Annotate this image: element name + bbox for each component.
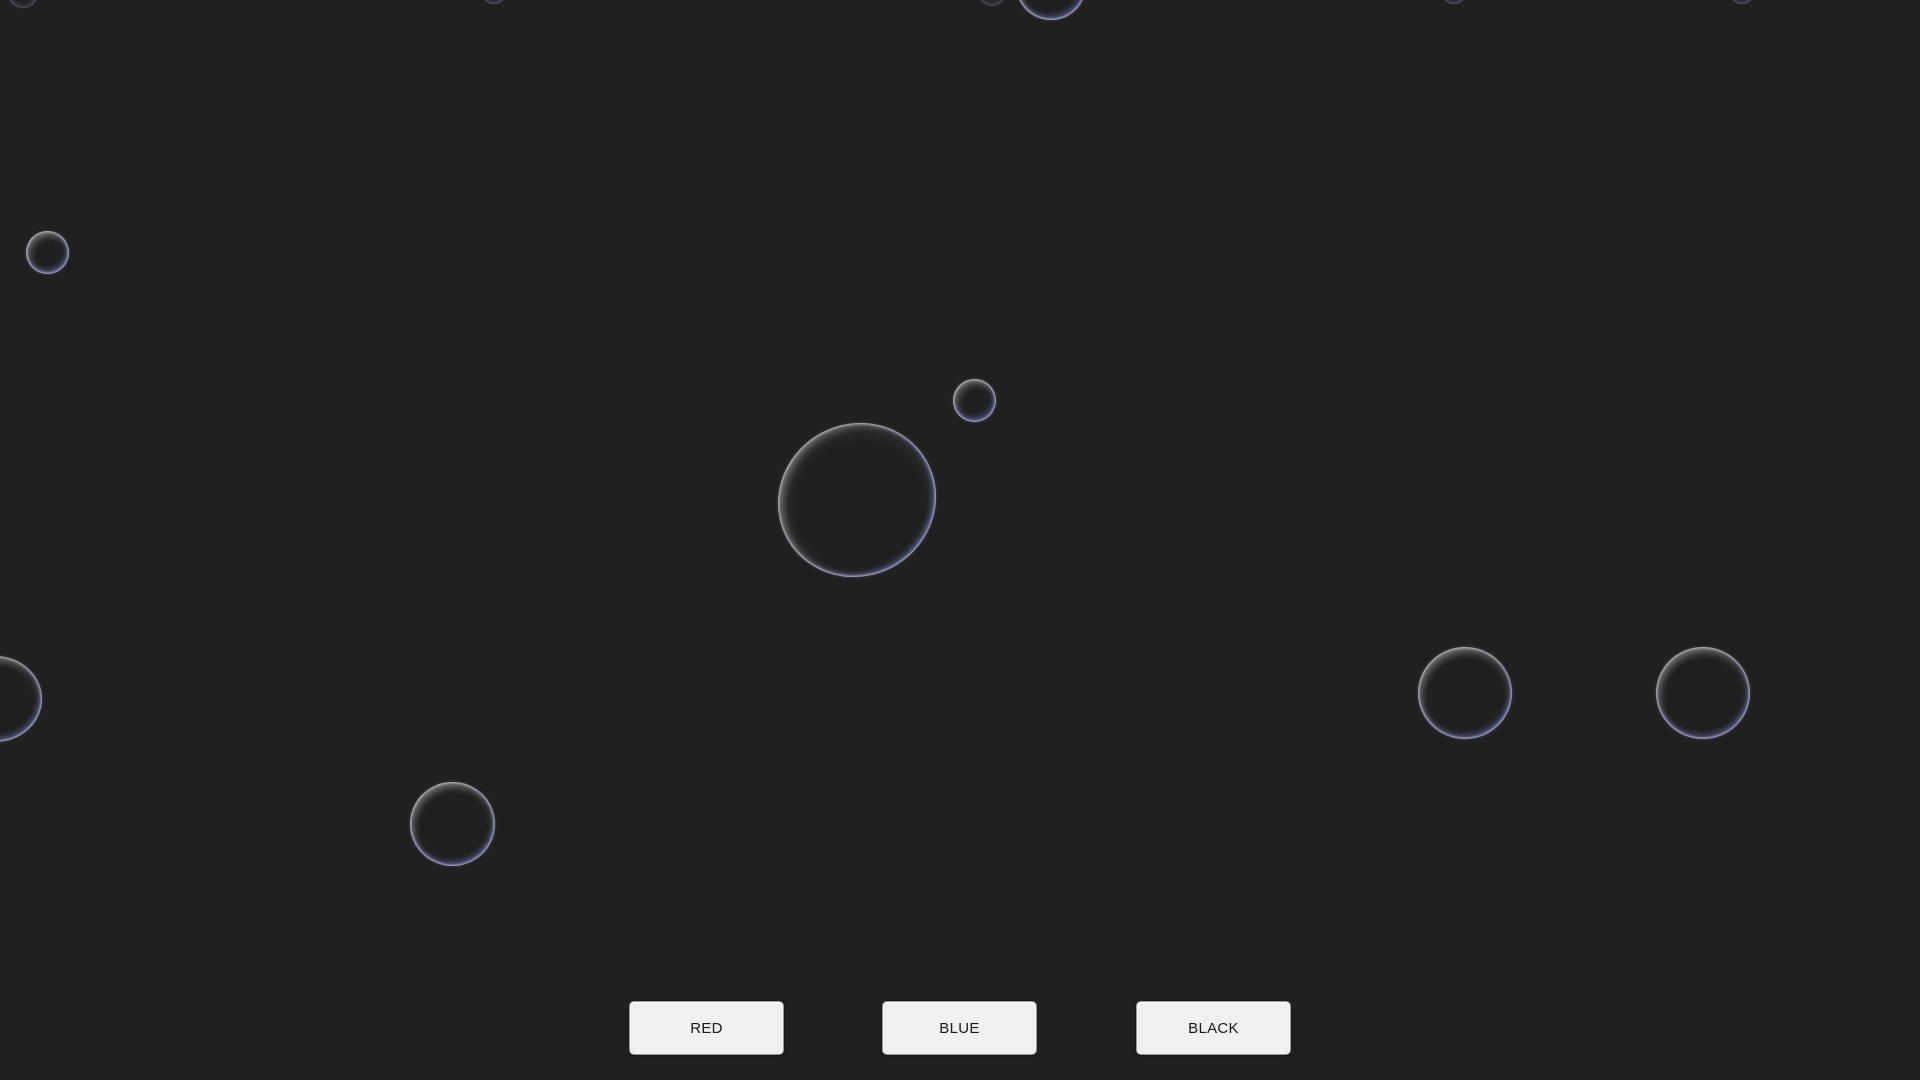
bubble xyxy=(8,0,38,8)
bubble-canvas[interactable] xyxy=(0,0,1920,1080)
bubble xyxy=(1418,647,1512,739)
bubble xyxy=(749,394,965,606)
bubble xyxy=(410,782,495,866)
bubble xyxy=(978,0,1006,6)
blue-button[interactable]: BLUE xyxy=(882,1001,1037,1055)
color-button-bar: RED BLUE BLACK xyxy=(0,1001,1920,1057)
bubble xyxy=(26,231,69,274)
bubble xyxy=(0,656,42,742)
black-button[interactable]: BLACK xyxy=(1136,1001,1291,1055)
bubble xyxy=(1442,0,1466,4)
bubble xyxy=(1730,0,1754,4)
bubble xyxy=(953,379,996,422)
bubble xyxy=(1656,647,1750,739)
red-button[interactable]: RED xyxy=(629,1001,784,1055)
bubble xyxy=(482,0,506,4)
bubble xyxy=(1016,0,1086,20)
